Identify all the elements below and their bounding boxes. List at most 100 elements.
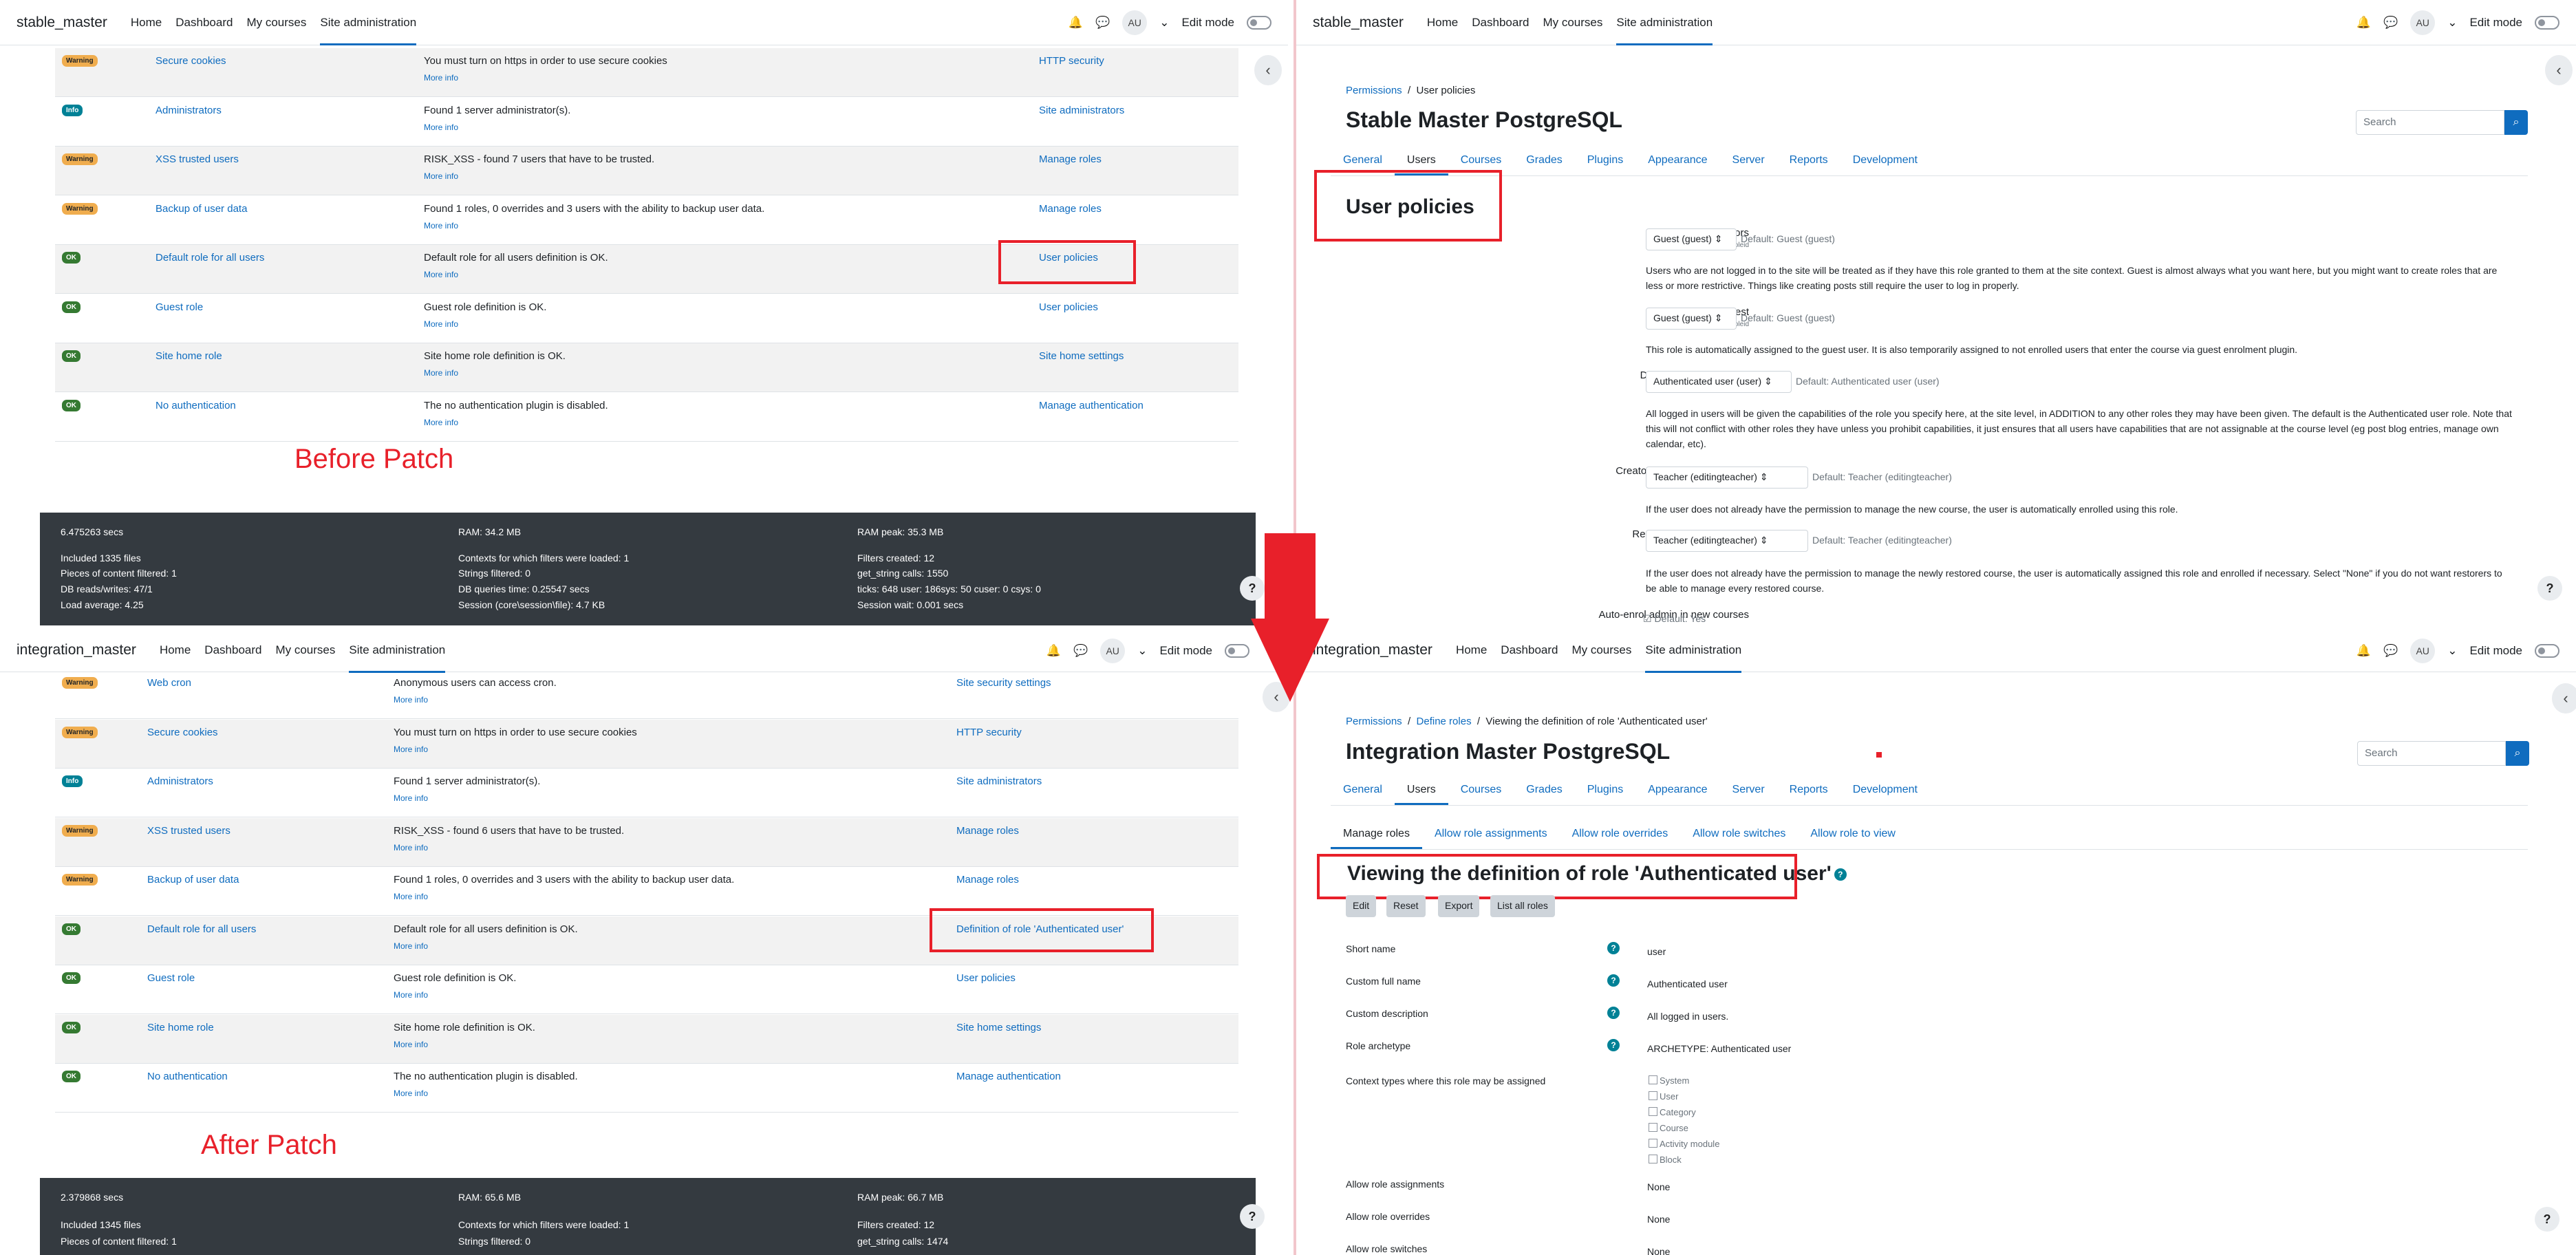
check-action-link[interactable]: Manage authentication bbox=[1039, 400, 1144, 411]
check-name-link[interactable]: Site home role bbox=[155, 350, 222, 362]
chevron-down-icon[interactable]: ⌄ bbox=[2447, 16, 2457, 30]
role-select[interactable]: Guest (guest) ⇕ bbox=[1646, 308, 1737, 330]
help-button[interactable]: ? bbox=[1240, 1204, 1265, 1229]
check-action-link[interactable]: Manage roles bbox=[1039, 203, 1102, 215]
nav-home[interactable]: Home bbox=[131, 0, 162, 45]
check-action-link[interactable]: Site home settings bbox=[956, 1022, 1041, 1033]
bell-icon[interactable]: 🔔 bbox=[1046, 644, 1061, 658]
help-icon[interactable]: ? bbox=[1607, 974, 1620, 987]
edit-mode-toggle[interactable] bbox=[1247, 16, 1271, 30]
nav-my-courses[interactable]: My courses bbox=[1571, 628, 1631, 673]
check-name-link[interactable]: Web cron bbox=[147, 677, 191, 689]
check-name-link[interactable]: Secure cookies bbox=[155, 55, 226, 67]
nav-my-courses[interactable]: My courses bbox=[275, 628, 335, 673]
more-info-link[interactable]: More info bbox=[394, 695, 428, 705]
role-select[interactable]: Guest (guest) ⇕ bbox=[1646, 228, 1737, 250]
check-name-link[interactable]: Guest role bbox=[147, 972, 195, 984]
avatar[interactable]: AU bbox=[1100, 639, 1126, 663]
check-action-link[interactable]: HTTP security bbox=[1039, 55, 1104, 67]
check-action-link[interactable]: Manage roles bbox=[956, 874, 1019, 886]
nav-home[interactable]: Home bbox=[1456, 628, 1487, 673]
more-info-link[interactable]: More info bbox=[394, 793, 428, 803]
check-name-link[interactable]: Backup of user data bbox=[147, 874, 239, 886]
drawer-toggle[interactable]: ‹ bbox=[1254, 55, 1282, 85]
tab-allow-role-overrides[interactable]: Allow role overrides bbox=[1560, 828, 1681, 849]
check-action-link[interactable]: Site administrators bbox=[956, 775, 1042, 787]
tab-courses[interactable]: Courses bbox=[1448, 784, 1514, 805]
edit-button[interactable]: Edit bbox=[1346, 895, 1377, 917]
search-button[interactable]: ⌕ bbox=[2506, 741, 2529, 766]
more-info-link[interactable]: More info bbox=[424, 122, 458, 132]
tab-grades[interactable]: Grades bbox=[1514, 154, 1574, 175]
more-info-link[interactable]: More info bbox=[394, 1088, 428, 1098]
tab-general[interactable]: General bbox=[1331, 784, 1395, 805]
tab-development[interactable]: Development bbox=[1840, 154, 1930, 175]
tab-allow-role-to-view[interactable]: Allow role to view bbox=[1798, 828, 1908, 849]
search-button[interactable]: ⌕ bbox=[2504, 110, 2528, 135]
role-select[interactable]: Teacher (editingteacher) ⇕ bbox=[1646, 530, 1808, 552]
site-brand[interactable]: stable_master bbox=[1313, 14, 1404, 31]
more-info-link[interactable]: More info bbox=[424, 270, 458, 279]
nav-dashboard[interactable]: Dashboard bbox=[1501, 628, 1558, 673]
check-action-link[interactable]: Site security settings bbox=[956, 677, 1051, 689]
check-name-link[interactable]: XSS trusted users bbox=[147, 825, 230, 837]
chat-icon[interactable]: 💬 bbox=[1095, 16, 1110, 30]
help-icon[interactable]: ? bbox=[1607, 1039, 1620, 1051]
more-info-link[interactable]: More info bbox=[424, 221, 458, 230]
bell-icon[interactable]: 🔔 bbox=[1069, 16, 1083, 30]
check-action-link[interactable]: HTTP security bbox=[956, 727, 1022, 738]
search-input[interactable]: Search bbox=[2356, 110, 2504, 135]
more-info-link[interactable]: More info bbox=[424, 171, 458, 181]
more-info-link[interactable]: More info bbox=[394, 990, 428, 1000]
check-name-link[interactable]: Backup of user data bbox=[155, 203, 247, 215]
reset-button[interactable]: Reset bbox=[1386, 895, 1426, 917]
tab-manage-roles[interactable]: Manage roles bbox=[1331, 828, 1422, 849]
help-icon[interactable]: ? bbox=[1834, 868, 1847, 881]
more-info-link[interactable]: More info bbox=[394, 843, 428, 852]
edit-mode-toggle[interactable] bbox=[2535, 644, 2559, 658]
more-info-link[interactable]: More info bbox=[424, 418, 458, 427]
more-info-link[interactable]: More info bbox=[394, 892, 428, 901]
tab-reports[interactable]: Reports bbox=[1777, 154, 1840, 175]
tab-plugins[interactable]: Plugins bbox=[1575, 154, 1635, 175]
check-name-link[interactable]: Secure cookies bbox=[147, 727, 218, 738]
more-info-link[interactable]: More info bbox=[424, 73, 458, 83]
check-name-link[interactable]: Site home role bbox=[147, 1022, 214, 1033]
avatar[interactable]: AU bbox=[2410, 639, 2436, 663]
check-action-link[interactable]: User policies bbox=[1039, 301, 1098, 313]
check-action-link[interactable]: Site administrators bbox=[1039, 105, 1124, 116]
tab-grades[interactable]: Grades bbox=[1514, 784, 1574, 805]
site-brand[interactable]: integration_master bbox=[1313, 642, 1432, 658]
check-action-link[interactable]: Site home settings bbox=[1039, 350, 1124, 362]
help-button[interactable]: ? bbox=[2535, 1207, 2559, 1232]
nav-dashboard[interactable]: Dashboard bbox=[204, 628, 261, 673]
check-name-link[interactable]: Administrators bbox=[147, 775, 213, 787]
nav-dashboard[interactable]: Dashboard bbox=[1472, 0, 1529, 45]
check-name-link[interactable]: Default role for all users bbox=[155, 252, 264, 264]
nav-site-administration[interactable]: Site administration bbox=[320, 0, 417, 45]
tab-appearance[interactable]: Appearance bbox=[1635, 154, 1719, 175]
chevron-down-icon[interactable]: ⌄ bbox=[1159, 16, 1169, 30]
check-name-link[interactable]: Administrators bbox=[155, 105, 222, 116]
breadcrumb-permissions[interactable]: Permissions bbox=[1346, 716, 1402, 727]
role-select[interactable]: Authenticated user (user) ⇕ bbox=[1646, 371, 1792, 393]
tab-allow-role-switches[interactable]: Allow role switches bbox=[1680, 828, 1798, 849]
more-info-link[interactable]: More info bbox=[394, 744, 428, 754]
breadcrumb-permissions[interactable]: Permissions bbox=[1346, 85, 1402, 96]
check-action-link[interactable]: Manage roles bbox=[1039, 153, 1102, 165]
nav-home[interactable]: Home bbox=[160, 628, 191, 673]
export-button[interactable]: Export bbox=[1438, 895, 1480, 917]
tab-server[interactable]: Server bbox=[1720, 784, 1777, 805]
tab-development[interactable]: Development bbox=[1840, 784, 1930, 805]
chat-icon[interactable]: 💬 bbox=[2383, 16, 2398, 30]
more-info-link[interactable]: More info bbox=[424, 368, 458, 378]
tab-reports[interactable]: Reports bbox=[1777, 784, 1840, 805]
help-icon[interactable]: ? bbox=[1607, 1007, 1620, 1019]
edit-mode-toggle[interactable] bbox=[1225, 644, 1249, 658]
tab-appearance[interactable]: Appearance bbox=[1635, 784, 1719, 805]
help-button[interactable]: ? bbox=[1240, 576, 1265, 601]
more-info-link[interactable]: More info bbox=[394, 941, 428, 951]
check-name-link[interactable]: XSS trusted users bbox=[155, 153, 239, 165]
list-all-roles-button[interactable]: List all roles bbox=[1490, 895, 1555, 917]
help-button[interactable]: ? bbox=[2537, 576, 2562, 601]
